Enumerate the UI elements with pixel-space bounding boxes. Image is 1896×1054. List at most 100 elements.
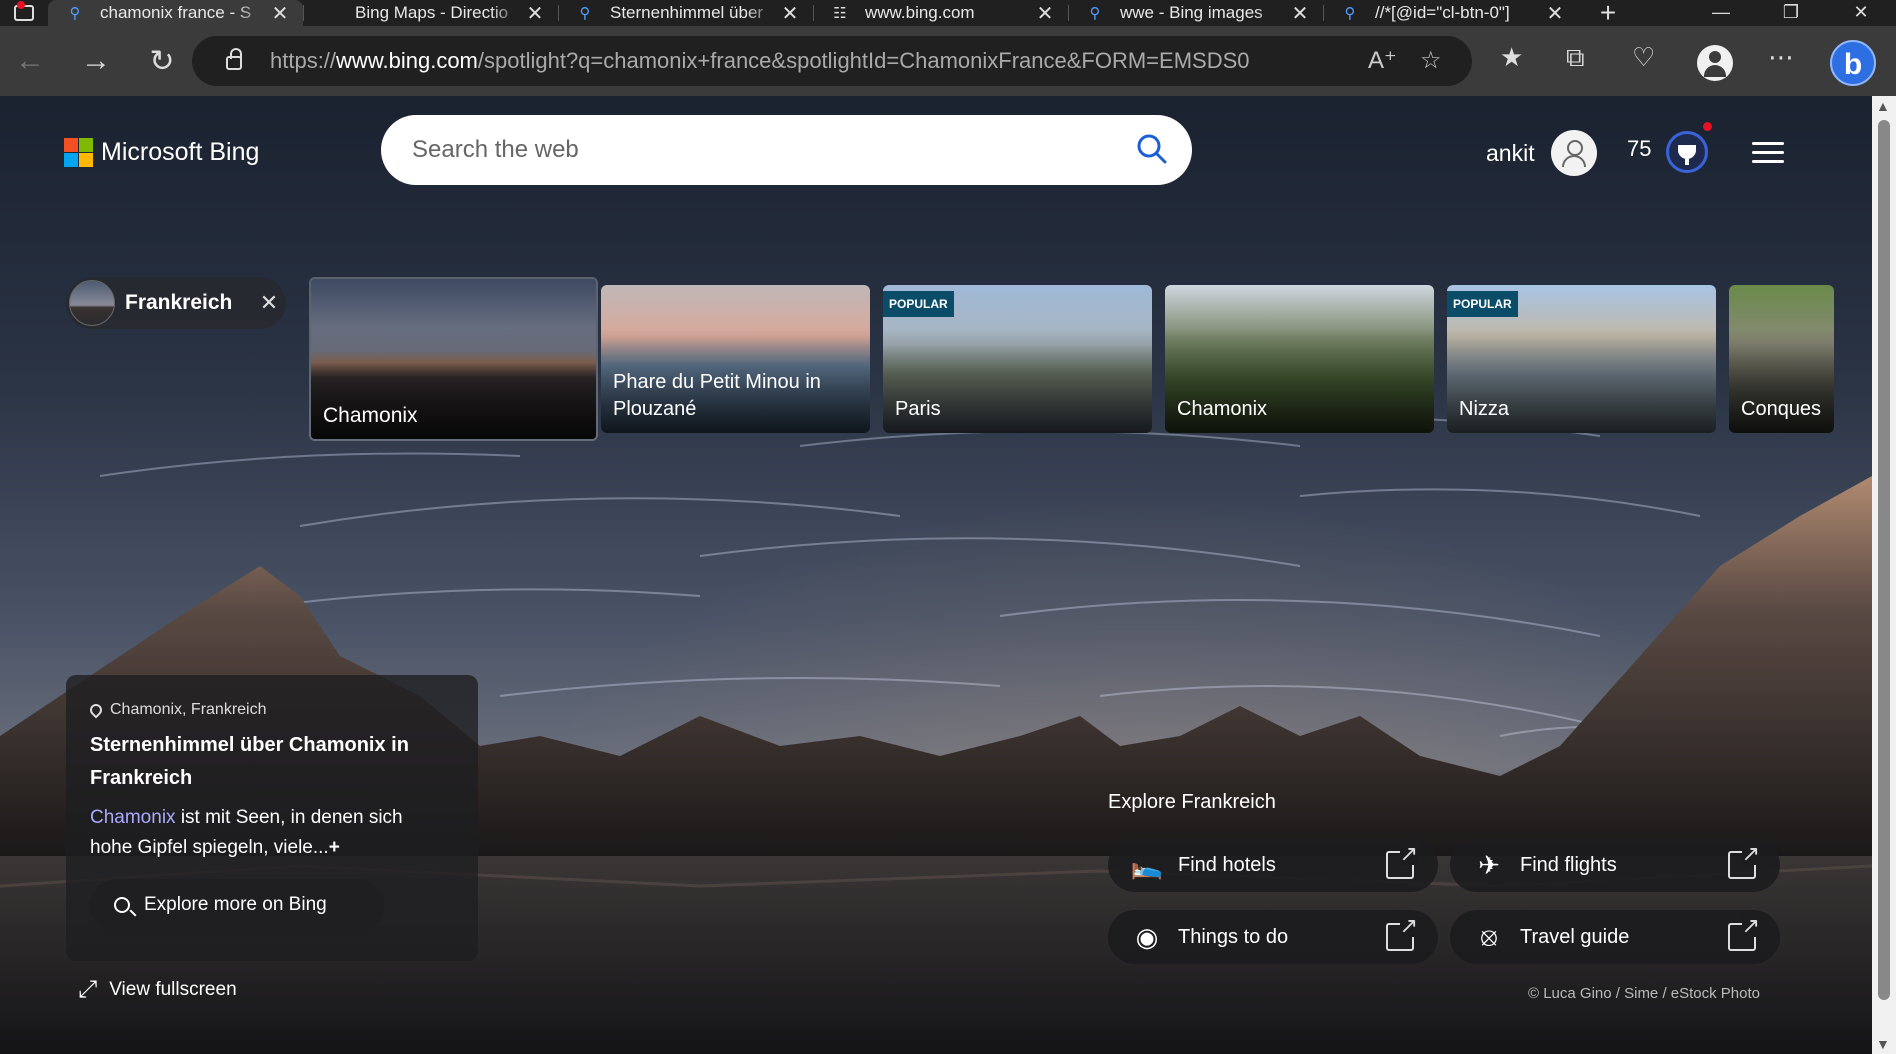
url-text: https://www.bing.com/spotlight?q=chamoni… [270, 48, 1250, 73]
external-link-icon [1386, 915, 1418, 951]
tab-xpath[interactable]: ⚲ //*[@id="cl-btn-0"] ✕ [1323, 0, 1578, 26]
document-icon: ☷ [833, 5, 847, 22]
card-label: Conques [1741, 398, 1822, 420]
travel-guide-button[interactable]: ⦻ Travel guide [1450, 910, 1780, 964]
search-input[interactable] [412, 136, 1112, 164]
close-icon[interactable]: ✕ [252, 290, 286, 316]
tab-bing-maps[interactable]: Bing Maps - Directio ✕ [303, 0, 558, 26]
favorites-icon[interactable]: ★ [1500, 42, 1523, 73]
location-label: Chamonix, Frankreich [87, 701, 267, 719]
tab-title: //*[@id="cl-btn-0"] [1375, 3, 1510, 22]
filter-chip-frankreich[interactable]: Frankreich ✕ [66, 277, 286, 329]
user-account[interactable]: ankit [1486, 130, 1597, 176]
close-icon[interactable]: ✕ [779, 1, 801, 26]
search-icon: ⚲ [69, 5, 81, 22]
card-label: Phare du Petit Minou in Plouzané [613, 371, 821, 420]
tab-actions-button[interactable] [0, 0, 48, 26]
refresh-button[interactable]: ↻ [132, 33, 192, 89]
add-favorite-icon[interactable]: ☆ [1420, 46, 1442, 75]
more-options-icon[interactable]: ⋯ [1768, 42, 1794, 73]
search-box [381, 115, 1192, 185]
carousel-card-paris[interactable]: POPULAR Paris [883, 285, 1152, 433]
bing-logo[interactable]: Microsoft Bing [64, 138, 259, 167]
scrollbar-thumb[interactable] [1878, 120, 1890, 1000]
close-icon[interactable]: ✕ [1289, 1, 1311, 26]
back-button[interactable]: ← [0, 33, 60, 89]
read-aloud-icon[interactable]: A⁺ [1368, 46, 1397, 75]
external-link-icon [1386, 843, 1418, 879]
explore-title: Explore Frankreich [1108, 791, 1276, 813]
microsoft-logo-icon [64, 138, 93, 167]
chamonix-link[interactable]: Chamonix [90, 807, 176, 828]
scroll-down-icon[interactable]: ▼ [1876, 1036, 1890, 1052]
hamburger-menu-icon[interactable] [1752, 142, 1784, 169]
tab-sternenhimmel[interactable]: ⚲ Sternenhimmel über ✕ [558, 0, 813, 26]
external-link-icon [1728, 843, 1760, 879]
image-description: Chamonix ist mit Seen, in denen sich hoh… [90, 807, 403, 858]
popular-badge: POPULAR [1447, 291, 1518, 317]
tab-strip: ⚲ chamonix france - S ✕ Bing Maps - Dire… [0, 0, 1896, 27]
avatar [1550, 130, 1597, 176]
card-label: Nizza [1459, 398, 1510, 420]
close-icon[interactable]: ✕ [269, 1, 291, 26]
tab-wwe-images[interactable]: ⚲ wwe - Bing images ✕ [1068, 0, 1323, 26]
carousel-card-chamonix[interactable]: Chamonix [309, 277, 598, 441]
trophy-icon[interactable] [1666, 131, 1708, 173]
restore-button[interactable]: ❐ [1756, 0, 1826, 26]
chip-label: Frankreich [125, 291, 233, 314]
tab-title: Bing Maps - Directio [355, 3, 509, 22]
location-pin-icon [87, 701, 105, 719]
external-link-icon [1728, 915, 1760, 951]
window-controls: — ❐ ✕ [1686, 0, 1896, 26]
bing-chat-icon[interactable]: b [1830, 40, 1876, 86]
binoculars-icon: ◉ [1135, 921, 1159, 952]
user-name: ankit [1486, 139, 1535, 166]
tab-title: Sternenhimmel über [610, 3, 764, 22]
things-to-do-button[interactable]: ◉ Things to do [1108, 910, 1438, 964]
card-label: Chamonix [323, 404, 418, 427]
collections-icon[interactable]: ⧉ [1566, 42, 1585, 74]
view-fullscreen-button[interactable]: ⤢ View fullscreen [78, 976, 237, 1004]
scroll-up-icon[interactable]: ▲ [1876, 98, 1890, 114]
photo-credit: © Luca Gino / Sime / eStock Photo [1528, 985, 1761, 1002]
card-label: Paris [895, 398, 941, 420]
carousel-card-phare[interactable]: Phare du Petit Minou in Plouzané [601, 285, 870, 433]
expand-more-button[interactable]: + [329, 837, 340, 858]
new-tab-button[interactable]: + [1578, 0, 1638, 27]
page-scrollbar[interactable]: ▲ ▼ [1872, 96, 1896, 1054]
popular-badge: POPULAR [883, 291, 954, 317]
tab-bing-com[interactable]: ☷ www.bing.com ✕ [813, 0, 1068, 26]
navigation-bar: ← → ↻ https://www.bing.com/spotlight?q=c… [0, 26, 1896, 96]
close-icon[interactable]: ✕ [1034, 1, 1056, 26]
search-icon: ⚲ [1089, 5, 1101, 22]
forward-button[interactable]: → [66, 33, 126, 89]
browser-essentials-icon[interactable]: ♡ [1632, 42, 1655, 73]
explore-more-button[interactable]: Explore more on Bing [90, 879, 384, 931]
chip-thumbnail [69, 280, 115, 326]
window-close-button[interactable]: ✕ [1826, 0, 1896, 26]
lock-icon[interactable] [210, 47, 258, 71]
search-icon: ⚲ [579, 5, 591, 22]
spotlight-page: Microsoft Bing ankit 75 Frankreich ✕ Cha… [0, 96, 1872, 1054]
find-hotels-button[interactable]: 🛌 Find hotels [1108, 838, 1438, 892]
rewards-points[interactable]: 75 [1627, 136, 1651, 162]
search-icon[interactable] [1136, 133, 1168, 165]
profile-icon[interactable] [1697, 45, 1733, 81]
search-icon [114, 897, 130, 913]
tab-chamonix[interactable]: ⚲ chamonix france - S ✕ [48, 0, 303, 26]
close-icon[interactable]: ✕ [524, 1, 546, 26]
compass-icon: ⦻ [1480, 921, 1498, 951]
image-title: Sternenhimmel über Chamonix in Frankreic… [90, 734, 409, 789]
carousel-card-conques[interactable]: Conques [1729, 285, 1834, 433]
tab-title: chamonix france - S [100, 3, 252, 22]
minimize-button[interactable]: — [1686, 0, 1756, 26]
carousel-card-chamonix-2[interactable]: Chamonix [1165, 285, 1434, 433]
card-label: Chamonix [1177, 398, 1268, 420]
expand-icon: ⤢ [78, 976, 98, 1003]
plane-icon: ✈ [1478, 849, 1500, 880]
find-flights-button[interactable]: ✈ Find flights [1450, 838, 1780, 892]
close-icon[interactable]: ✕ [1544, 1, 1566, 26]
tab-title: wwe - Bing images [1120, 3, 1263, 22]
address-bar[interactable]: https://www.bing.com/spotlight?q=chamoni… [192, 36, 1472, 86]
carousel-card-nizza[interactable]: POPULAR Nizza [1447, 285, 1716, 433]
